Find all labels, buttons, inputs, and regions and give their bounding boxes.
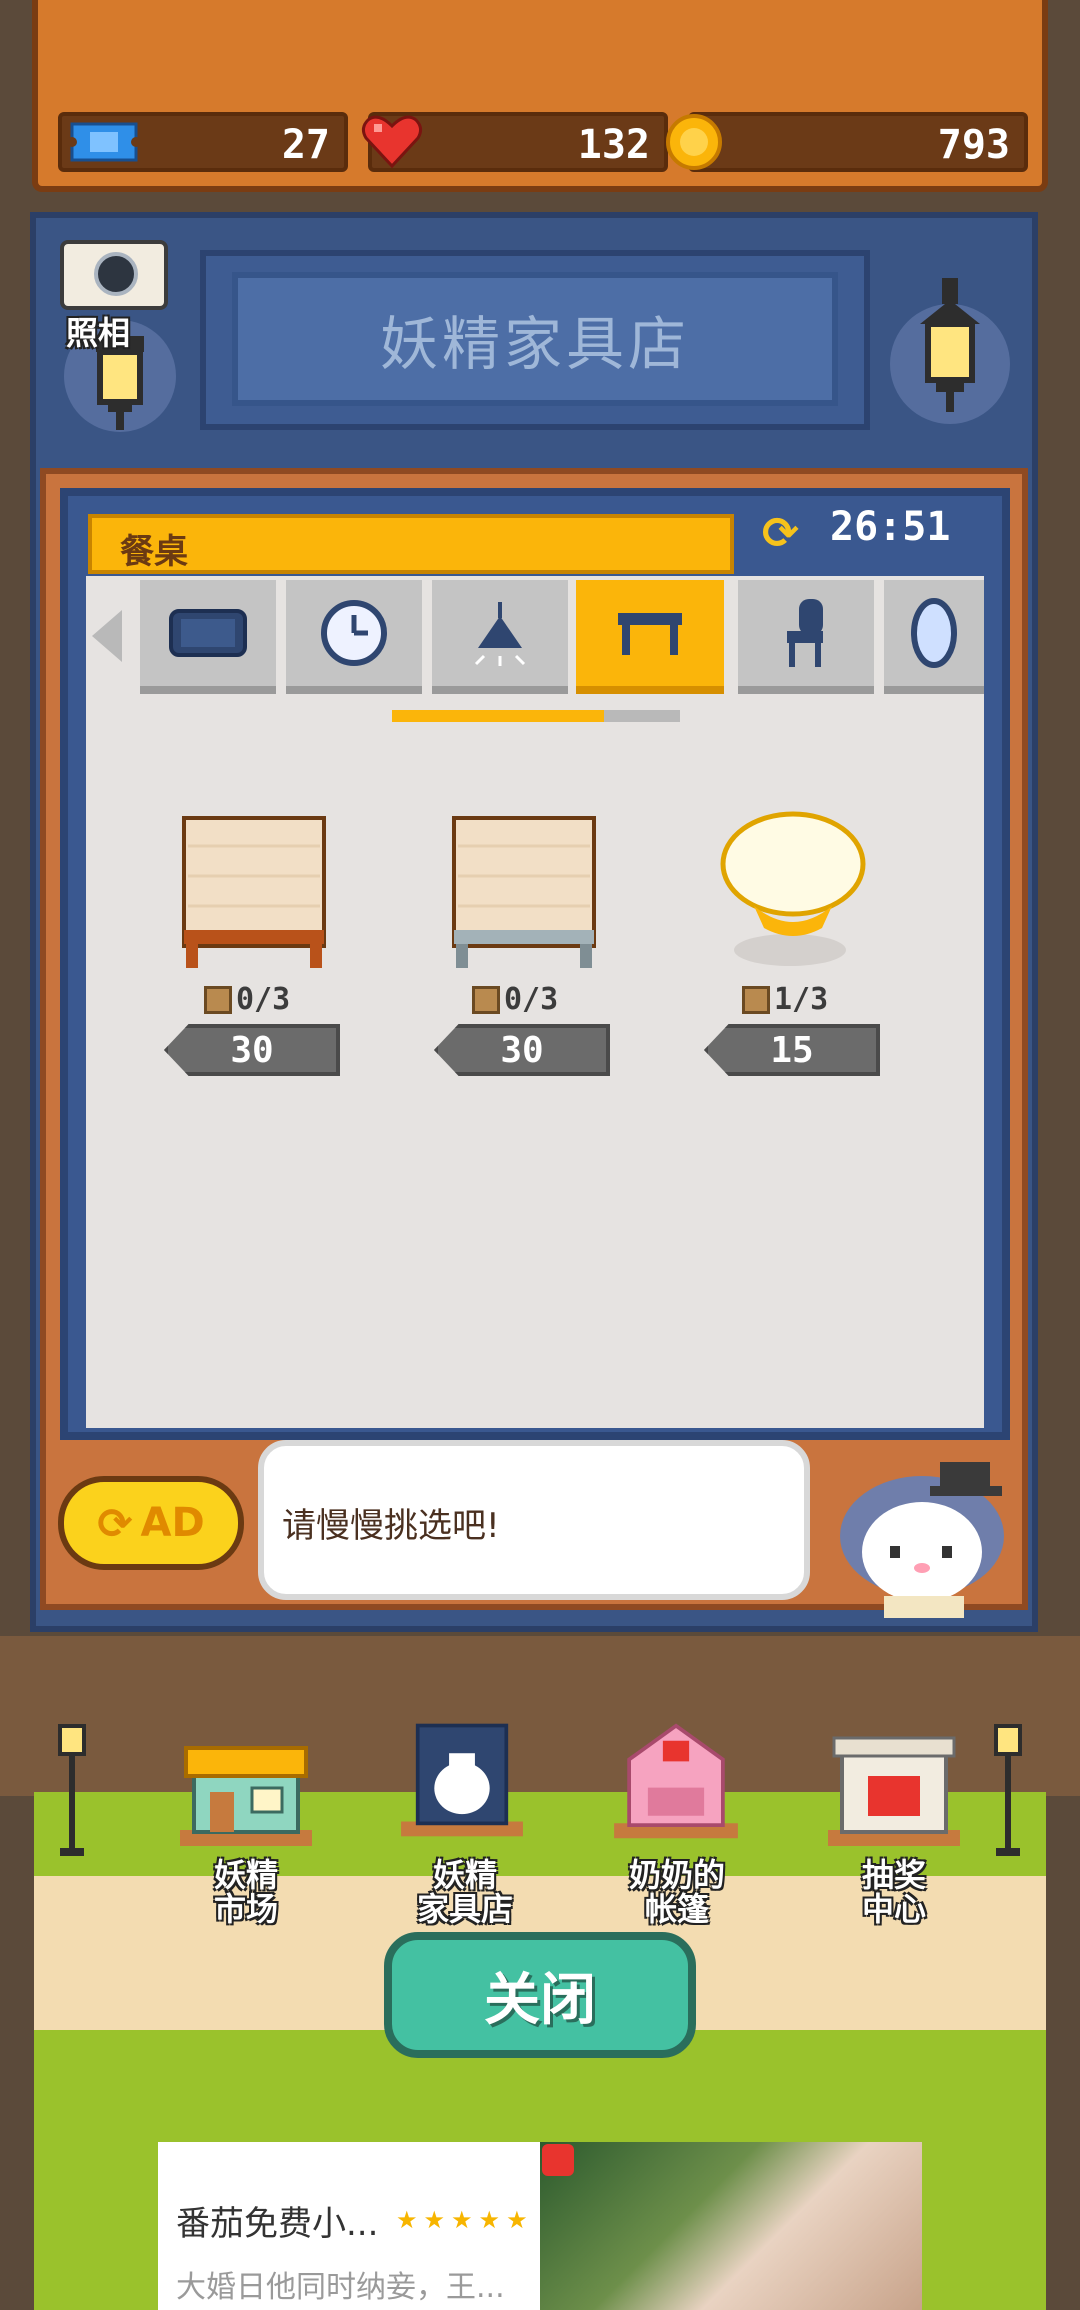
heart-icon bbox=[361, 115, 423, 169]
item-stock: 1/3 bbox=[742, 982, 828, 1017]
box-icon bbox=[204, 985, 232, 1014]
refresh-timer: 26:51 bbox=[830, 504, 951, 550]
ad-rating-stars: ★★★★★ bbox=[396, 2206, 534, 2234]
heart-count: 132 bbox=[577, 122, 650, 168]
building-label-line: 帐篷 bbox=[644, 1890, 709, 1928]
ticket-counter: 27 bbox=[58, 112, 348, 172]
tab-rug[interactable] bbox=[140, 580, 276, 694]
item-wood-table[interactable] bbox=[182, 816, 326, 970]
coin-counter: 793 bbox=[688, 112, 1028, 172]
tab-clock[interactable] bbox=[286, 580, 422, 694]
box-icon bbox=[742, 985, 770, 1014]
tab-mirror[interactable] bbox=[884, 580, 984, 694]
ad-title[interactable]: 番茄免费小... bbox=[176, 2196, 378, 2245]
shopkeeper-avatar bbox=[840, 1462, 1004, 1618]
tab-scroll-left-icon[interactable] bbox=[92, 610, 122, 662]
fairy-market-building[interactable] bbox=[176, 1730, 316, 1850]
building-label-line: 奶奶的 bbox=[628, 1856, 725, 1894]
item-stock-value: 0/3 bbox=[504, 982, 559, 1017]
shop-title: 妖精家具店 bbox=[379, 310, 690, 378]
chair-icon bbox=[787, 599, 823, 667]
shop-title-plate: 妖精家具店 bbox=[232, 272, 838, 406]
lottery-center-building[interactable] bbox=[824, 1730, 964, 1850]
item-round-table[interactable] bbox=[718, 810, 868, 970]
grandma-tent-building[interactable] bbox=[606, 1722, 746, 1842]
lamp-icon bbox=[890, 278, 1010, 424]
table-icon bbox=[618, 613, 682, 655]
tab-chair[interactable] bbox=[738, 580, 874, 694]
item-metal-table[interactable] bbox=[452, 816, 596, 970]
building-label-line: 抽奖 bbox=[861, 1856, 926, 1894]
coin-count: 793 bbox=[937, 122, 1010, 168]
close-button-label: 关闭 bbox=[484, 1967, 596, 2033]
building-label-line: 中心 bbox=[861, 1890, 926, 1928]
ad-app-icon bbox=[542, 2144, 574, 2176]
rug-icon bbox=[169, 609, 247, 657]
refresh-icon: ⟳ bbox=[97, 1498, 133, 1548]
camera-icon bbox=[94, 252, 138, 296]
item-price-tag[interactable]: 15 bbox=[704, 1024, 880, 1076]
refresh-icon: ⟳ bbox=[762, 508, 799, 559]
ad-image[interactable] bbox=[540, 2142, 922, 2310]
tab-lamp[interactable] bbox=[432, 580, 568, 694]
camera-label: 照相 bbox=[66, 314, 131, 352]
close-button[interactable]: 关闭 bbox=[384, 1932, 696, 2058]
street-lamp-icon bbox=[58, 1724, 86, 1856]
item-stock: 0/3 bbox=[472, 982, 558, 1017]
category-header: 餐桌 bbox=[88, 514, 734, 574]
building-label-line: 妖精 bbox=[213, 1856, 278, 1894]
building-label-lottery-center: 抽奖 中心 bbox=[834, 1858, 954, 1926]
top-hud-bar: 27 132 793 bbox=[32, 0, 1048, 192]
box-icon bbox=[472, 985, 500, 1014]
building-label-furniture-shop: 妖精 家具店 bbox=[398, 1858, 532, 1926]
fairy-furniture-shop-building[interactable] bbox=[392, 1720, 532, 1840]
ad-description[interactable]: 大婚日他同时纳妾，王... bbox=[176, 2262, 505, 2306]
tab-table[interactable] bbox=[576, 580, 724, 694]
mirror-icon bbox=[911, 598, 957, 668]
item-stock-value: 0/3 bbox=[236, 982, 291, 1017]
building-label-grandma-tent: 奶奶的 帐篷 bbox=[614, 1858, 740, 1926]
item-price-tag[interactable]: 30 bbox=[164, 1024, 340, 1076]
lamp-icon bbox=[474, 602, 526, 666]
building-label-line: 市场 bbox=[213, 1890, 278, 1928]
building-label-line: 妖精 bbox=[432, 1856, 497, 1894]
clock-icon bbox=[321, 600, 387, 666]
building-label-line: 家具店 bbox=[416, 1890, 513, 1928]
street-lamp-icon bbox=[994, 1724, 1022, 1856]
item-stock-value: 1/3 bbox=[774, 982, 829, 1017]
speech-bubble: 请慢慢挑选吧! bbox=[258, 1440, 810, 1600]
building-label-fairy-market: 妖精 市场 bbox=[186, 1858, 306, 1926]
item-stock: 0/3 bbox=[204, 982, 290, 1017]
coin-icon bbox=[666, 114, 722, 170]
ticket-count: 27 bbox=[281, 122, 330, 168]
item-price-tag[interactable]: 30 bbox=[434, 1024, 610, 1076]
tab-scrollbar-thumb[interactable] bbox=[392, 710, 604, 722]
category-label: 餐桌 bbox=[120, 532, 188, 572]
ad-label: AD bbox=[140, 1500, 205, 1546]
shopkeeper-message: 请慢慢挑选吧! bbox=[282, 1506, 500, 1546]
ad-refresh-button[interactable]: ⟳ AD bbox=[58, 1476, 244, 1570]
ticket-icon bbox=[68, 122, 140, 162]
